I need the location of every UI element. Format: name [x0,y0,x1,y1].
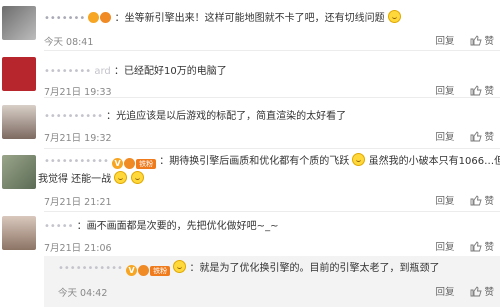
like-button[interactable]: 赞 [470,33,494,47]
comment-text: ••••••• ：坐等新引擎出来！这样可能地图就不卡了吧，还有切线问题 [44,10,401,27]
username[interactable]: ••••••••••• [44,156,109,167]
verified-badge-icon [88,12,100,23]
username[interactable]: ••••••• [44,13,85,24]
comment-body: ：期待换引擎后画质和优化都有个质的飞跃 [159,156,350,167]
smile-emoji-icon [352,153,366,166]
sub-reply-box: ••••••••••• V 铁粉 ：就是为了优化换引擎的。目前的引擎太老了，到瓶颈… [44,256,500,307]
avatar[interactable] [2,155,36,189]
member-badge-icon [138,265,150,276]
fan-rank-badge: 铁粉 [150,265,171,276]
comment-body: ：已经配好10万的电脑了 [113,66,227,77]
member-badge-icon [124,158,136,169]
thumb-up-icon [471,286,483,297]
user-badges: V 铁粉 [126,265,171,276]
comment-actions: 回复 赞 [435,239,494,253]
thumb-up-icon [471,85,483,96]
like-button[interactable]: 赞 [470,239,494,253]
comment-item: ••••• ：画不画面都是次要的，先把优化做好吧~_~ 7月21日 21:06 … [0,212,500,256]
comment-actions: 回复 赞 [435,193,494,207]
comment-body: ：坐等新引擎出来！这样可能地图就不卡了吧，还有切线问题 [114,13,385,24]
avatar[interactable] [2,105,36,139]
verified-badge-icon: V [126,265,138,276]
thumb-up-icon [471,241,483,252]
comment-actions: 回复 赞 [435,33,494,47]
comment-item: •••••••• ard ：已经配好10万的电脑了 7月21日 19:33 回复… [0,51,500,98]
reply-button[interactable]: 回复 [435,33,454,47]
like-button[interactable]: 赞 [470,129,494,143]
comment-text: ••••••••••• V 铁粉 ：期待换引擎后画质和优化都有个质的飞跃 虽然我的… [44,153,500,170]
comment-actions: 回复 赞 [435,284,494,298]
comment-body: ：光追应该是以后游戏的标配了，简直渲染的太好看了 [106,111,347,122]
comment-text: •••••••••• ：光追应该是以后游戏的标配了，简直渲染的太好看了 [44,108,346,125]
reply-button[interactable]: 回复 [435,239,454,253]
like-label: 赞 [484,242,494,253]
wink-emoji-icon [114,171,128,184]
like-label: 赞 [484,287,494,298]
comment-text: ••••• ：画不画面都是次要的，先把优化做好吧~_~ [44,218,278,235]
like-label: 赞 [484,36,494,47]
comment-text: ••••••••••• V 铁粉 ：就是为了优化换引擎的。目前的引擎太老了，到瓶颈… [58,260,439,277]
comment-time: 7月21日 21:06 [44,243,112,254]
reply-button[interactable]: 回复 [435,284,454,298]
user-badges: V 铁粉 [112,158,157,169]
laugh-emoji-icon [173,260,187,273]
username[interactable]: ••••••••••• [58,263,123,274]
like-label: 赞 [484,86,494,97]
reply-button[interactable]: 回复 [435,193,454,207]
thumb-up-icon [471,131,483,142]
user-badges [88,12,112,23]
avatar[interactable] [2,6,36,40]
wink-emoji-icon [130,171,144,184]
reply-button[interactable]: 回复 [435,129,454,143]
like-button[interactable]: 赞 [470,83,494,97]
smile-emoji-icon [387,10,401,23]
username[interactable]: ••••• [44,221,74,232]
comment-text: •••••••• ard ：已经配好10万的电脑了 [44,63,227,80]
verified-badge-icon: V [112,158,124,169]
username[interactable]: •••••••• ard [44,66,111,77]
username[interactable]: •••••••••• [44,111,103,122]
comment-time: 今天 08:41 [44,37,94,48]
member-badge-icon [100,12,112,23]
comment-time: 7月21日 19:32 [44,133,112,144]
thumb-up-icon [471,195,483,206]
like-button[interactable]: 赞 [470,284,494,298]
avatar[interactable] [2,216,36,250]
thumb-up-icon [471,35,483,46]
avatar[interactable] [2,57,36,91]
comment-time: 7月21日 19:33 [44,87,112,98]
like-label: 赞 [484,196,494,207]
comment-item: •••••••••• ：光追应该是以后游戏的标配了，简直渲染的太好看了 7月21… [0,98,500,148]
fan-rank-badge: 铁粉 [136,158,157,169]
comment-item: ••••••••••• V 铁粉 ：期待换引擎后画质和优化都有个质的飞跃 虽然我的… [0,149,500,209]
comment-body: ：就是为了优化换引擎的。目前的引擎太老了，到瓶颈了 [189,263,440,274]
comment-body: ：画不画面都是次要的，先把优化做好吧~_~ [76,221,279,232]
comment-body-tail: 我觉得 还能一战 [38,174,112,185]
comment-time: 今天 04:42 [58,288,108,299]
reply-button[interactable]: 回复 [435,83,454,97]
comment-actions: 回复 赞 [435,83,494,97]
comment-actions: 回复 赞 [435,129,494,143]
like-button[interactable]: 赞 [470,193,494,207]
comment-text-line2: 我觉得 还能一战 [38,171,144,188]
comment-body-continued: 虽然我的小破本只有1066…但 [368,156,500,167]
comment-item: ••••••• ：坐等新引擎出来！这样可能地图就不卡了吧，还有切线问题 今天 0… [0,0,500,48]
like-label: 赞 [484,132,494,143]
comment-time: 7月21日 21:21 [44,197,112,208]
